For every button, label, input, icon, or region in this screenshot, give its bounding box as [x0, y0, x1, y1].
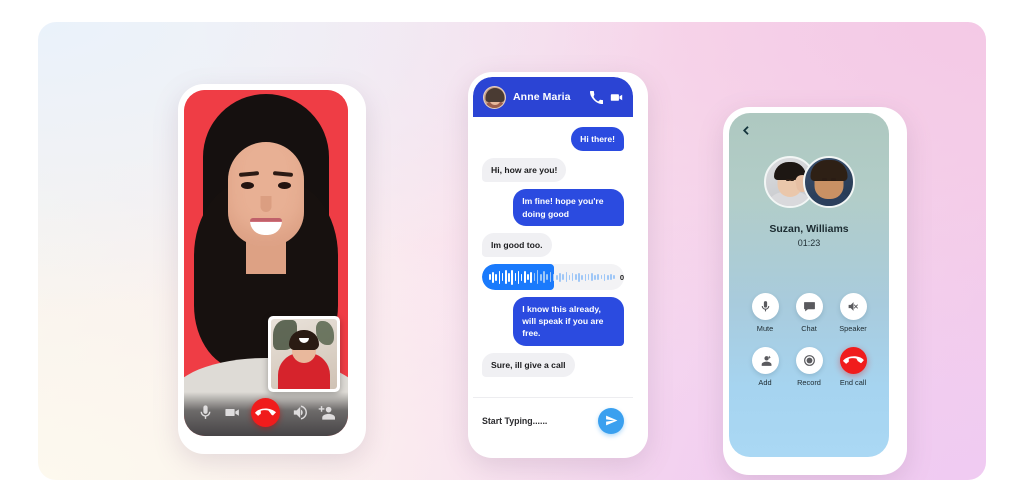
mute-button[interactable]: Mute: [743, 293, 787, 333]
background-canvas: Anne Maria Hi there! Hi, how are you! Im…: [38, 22, 986, 480]
call-duration: 01:23: [797, 238, 821, 248]
video-call-screen: [184, 90, 348, 436]
phone-video-call: [178, 84, 366, 454]
audio-call-controls: Mute Chat Speaker Add Record End call: [743, 293, 875, 387]
phone-chat: Anne Maria Hi there! Hi, how are you! Im…: [468, 72, 648, 458]
add-person-icon: [751, 347, 779, 374]
composer: Start Typing......: [473, 397, 633, 443]
participant-avatars: [729, 156, 889, 208]
self-view-pip[interactable]: [268, 316, 340, 392]
voice-duration: 03:34: [619, 272, 624, 282]
contact-name: Anne Maria: [513, 91, 571, 103]
speaker-icon[interactable]: [291, 404, 308, 421]
control-label: End call: [839, 378, 867, 387]
voice-message[interactable]: 03:34: [482, 264, 624, 291]
participants-name: Suzan, Williams: [769, 223, 849, 235]
end-call-button[interactable]: End call: [831, 347, 875, 387]
message-bubble: Im good too.: [482, 232, 552, 258]
phone-icon[interactable]: [590, 90, 603, 104]
message-bubble: I know this already, will speak if you a…: [513, 297, 624, 346]
message-bubble: Hi there!: [571, 127, 624, 152]
control-label: Mute: [756, 324, 774, 333]
chat-button[interactable]: Chat: [787, 293, 831, 333]
waveform[interactable]: [482, 264, 615, 291]
send-icon[interactable]: [598, 407, 624, 434]
control-label: Chat: [801, 324, 817, 333]
audio-call-screen: Suzan, Williams 01:23 Mute Chat Speaker …: [729, 113, 889, 457]
message-bubble: Sure, ill give a call: [482, 352, 575, 377]
message-bubble: Hi, how are you!: [482, 158, 567, 183]
control-label: Record: [797, 378, 821, 387]
chat-screen: Anne Maria Hi there! Hi, how are you! Im…: [473, 77, 633, 443]
phone-audio-call: Suzan, Williams 01:23 Mute Chat Speaker …: [723, 107, 907, 475]
message-bubble: Im fine! hope you're doing good: [513, 189, 624, 226]
add-person-icon[interactable]: [318, 404, 335, 421]
contact-avatar[interactable]: [483, 85, 506, 109]
microphone-icon[interactable]: [197, 404, 214, 421]
message-input[interactable]: Start Typing......: [482, 416, 598, 426]
record-button[interactable]: Record: [787, 347, 831, 387]
end-call-icon: [839, 347, 867, 374]
chat-bubble-icon: [795, 293, 823, 320]
add-button[interactable]: Add: [743, 347, 787, 387]
control-label: Speaker: [839, 324, 867, 333]
control-label: Add: [758, 378, 772, 387]
record-icon: [795, 347, 823, 374]
video-camera-icon[interactable]: [224, 404, 241, 421]
message-list[interactable]: Hi there! Hi, how are you! Im fine! hope…: [473, 117, 633, 397]
chat-header: Anne Maria: [473, 77, 633, 117]
speaker-mute-icon: [839, 293, 867, 320]
microphone-icon: [751, 293, 779, 320]
video-camera-icon[interactable]: [610, 91, 623, 104]
end-call-button[interactable]: [251, 398, 281, 427]
chevron-left-icon[interactable]: [739, 123, 753, 137]
speaker-button[interactable]: Speaker: [831, 293, 875, 333]
participant-avatar-2[interactable]: [802, 156, 855, 208]
video-call-controls: [184, 392, 348, 436]
